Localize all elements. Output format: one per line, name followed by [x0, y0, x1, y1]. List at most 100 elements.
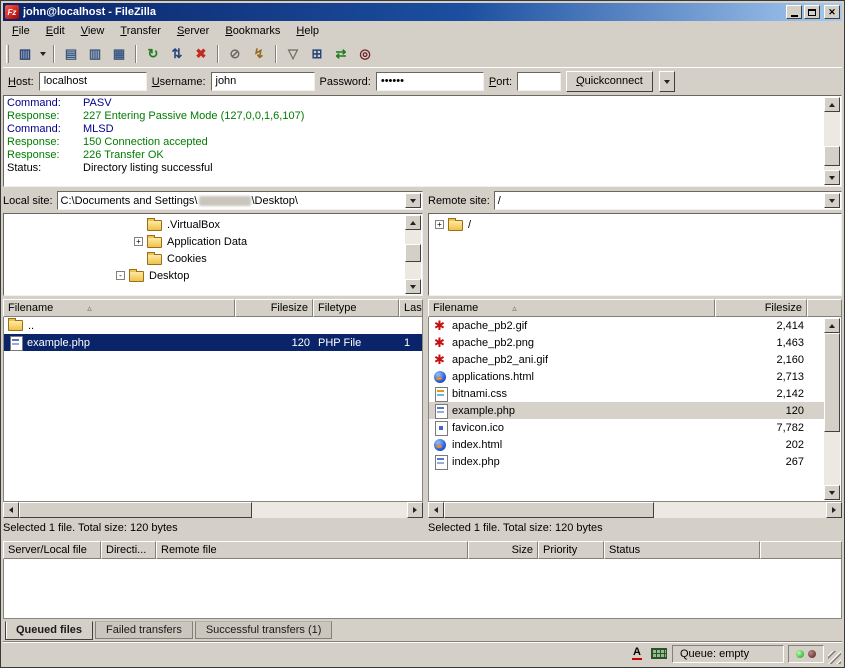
- quickconnect-dropdown-button[interactable]: [659, 71, 675, 92]
- menu-transfer[interactable]: Transfer: [112, 22, 169, 41]
- find-files-button[interactable]: ◎: [353, 43, 377, 65]
- transfer-queue-list[interactable]: [3, 559, 842, 619]
- file-row[interactable]: applications.html2,713: [429, 368, 824, 385]
- column-header-size[interactable]: Size: [468, 541, 538, 559]
- disconnect-button[interactable]: ⊘: [223, 43, 247, 65]
- tab-queued-files[interactable]: Queued files: [5, 621, 93, 640]
- column-header-status[interactable]: Status: [604, 541, 760, 559]
- synchronized-browsing-button[interactable]: ⇄: [329, 43, 353, 65]
- titlebar[interactable]: john@localhost - FileZilla: [3, 3, 842, 21]
- filter-button[interactable]: ▽: [281, 43, 305, 65]
- column-header-priority[interactable]: Priority: [538, 541, 604, 559]
- file-row-selected[interactable]: example.php 120 PHP File 1: [4, 334, 422, 351]
- password-input[interactable]: ••••••: [376, 72, 484, 91]
- toolbar-grip[interactable]: [6, 45, 9, 63]
- log-scrollbar[interactable]: [824, 97, 840, 185]
- file-row[interactable]: apache_pb2.png1,463: [429, 334, 824, 351]
- scroll-track[interactable]: [405, 230, 421, 279]
- file-row[interactable]: apache_pb2.gif2,414: [429, 317, 824, 334]
- tree-item[interactable]: -Desktop: [6, 267, 402, 284]
- scroll-right-button[interactable]: [826, 502, 842, 518]
- scroll-track[interactable]: [824, 333, 840, 485]
- resize-grip[interactable]: [828, 651, 841, 664]
- scroll-track[interactable]: [444, 502, 826, 518]
- username-input[interactable]: john: [211, 72, 315, 91]
- file-row[interactable]: bitnami.css2,142: [429, 385, 824, 402]
- scroll-thumb[interactable]: [405, 244, 421, 262]
- scroll-left-button[interactable]: [428, 502, 444, 518]
- menu-help[interactable]: Help: [288, 22, 327, 41]
- column-header-filename[interactable]: Filename: [3, 299, 235, 317]
- quickconnect-button[interactable]: Quickconnect: [566, 71, 653, 92]
- file-row[interactable]: index.php267: [429, 453, 824, 470]
- file-row[interactable]: favicon.ico7,782: [429, 419, 824, 436]
- column-header-filetype[interactable]: Filetype: [313, 299, 399, 317]
- toggle-transfer-queue-button[interactable]: ▦: [107, 43, 131, 65]
- refresh-button[interactable]: ↻: [141, 43, 165, 65]
- scroll-track[interactable]: [19, 502, 407, 518]
- scroll-right-button[interactable]: [407, 502, 423, 518]
- site-manager-button[interactable]: ▥: [13, 43, 37, 65]
- tree-collapse-toggle[interactable]: -: [116, 271, 125, 280]
- column-header-remote-file[interactable]: Remote file: [156, 541, 468, 559]
- toggle-message-log-button[interactable]: ▤: [59, 43, 83, 65]
- minimize-button[interactable]: [786, 5, 802, 19]
- tab-failed-transfers[interactable]: Failed transfers: [95, 621, 193, 639]
- reconnect-button[interactable]: ↯: [247, 43, 271, 65]
- host-input[interactable]: localhost: [39, 72, 147, 91]
- local-tree-scrollbar[interactable]: [405, 215, 421, 294]
- directory-comparison-button[interactable]: ⊞: [305, 43, 329, 65]
- scroll-up-button[interactable]: [405, 215, 421, 230]
- data-type-indicator-icon[interactable]: A: [628, 646, 646, 662]
- site-manager-dropdown-button[interactable]: [37, 43, 49, 65]
- menu-server[interactable]: Server: [169, 22, 217, 41]
- tree-item[interactable]: +/: [431, 216, 821, 233]
- local-site-dropdown-button[interactable]: [405, 193, 421, 208]
- maximize-button[interactable]: [804, 5, 820, 19]
- scroll-thumb[interactable]: [824, 333, 840, 432]
- process-queue-button[interactable]: ⇅: [165, 43, 189, 65]
- file-row[interactable]: index.html202: [429, 436, 824, 453]
- file-row[interactable]: apache_pb2_ani.gif2,160: [429, 351, 824, 368]
- tree-item[interactable]: Cookies: [6, 250, 402, 267]
- menu-bookmarks[interactable]: Bookmarks: [217, 22, 288, 41]
- remote-file-list-body[interactable]: apache_pb2.gif2,414 apache_pb2.png1,463 …: [428, 317, 842, 502]
- tree-expand-toggle[interactable]: +: [435, 220, 444, 229]
- column-header-server-local-file[interactable]: Server/Local file: [3, 541, 101, 559]
- scroll-down-button[interactable]: [824, 485, 840, 500]
- file-row-selected[interactable]: example.php120: [429, 402, 824, 419]
- remote-site-combobox[interactable]: /: [494, 191, 842, 210]
- close-button[interactable]: [824, 5, 840, 19]
- scroll-up-button[interactable]: [824, 318, 840, 333]
- scroll-track[interactable]: [824, 112, 840, 170]
- local-list-hscrollbar[interactable]: [3, 502, 423, 518]
- port-input[interactable]: [517, 72, 561, 91]
- column-header-last-modified[interactable]: Last modified: [399, 299, 423, 317]
- remote-list-scrollbar[interactable]: [824, 318, 840, 500]
- tree-expand-toggle[interactable]: +: [134, 237, 143, 246]
- scroll-thumb[interactable]: [444, 502, 654, 518]
- remote-list-hscrollbar[interactable]: [428, 502, 842, 518]
- scroll-down-button[interactable]: [405, 279, 421, 294]
- column-header-filename[interactable]: Filename: [428, 299, 715, 317]
- scroll-thumb[interactable]: [824, 146, 840, 166]
- menu-view[interactable]: View: [73, 22, 113, 41]
- speed-limits-icon[interactable]: [650, 646, 668, 662]
- tree-item[interactable]: .VirtualBox: [6, 216, 402, 233]
- menu-file[interactable]: File: [4, 22, 38, 41]
- scroll-thumb[interactable]: [19, 502, 252, 518]
- menu-edit[interactable]: Edit: [38, 22, 73, 41]
- file-row-parent-dir[interactable]: ..: [4, 317, 422, 334]
- tree-item[interactable]: +Application Data: [6, 233, 402, 250]
- scroll-down-button[interactable]: [824, 170, 840, 185]
- remote-site-dropdown-button[interactable]: [824, 193, 840, 208]
- local-site-combobox[interactable]: C:\Documents and Settings\\Desktop\: [57, 191, 423, 210]
- column-header-filesize[interactable]: Filesize: [715, 299, 807, 317]
- toggle-directory-trees-button[interactable]: ▥: [83, 43, 107, 65]
- local-file-list-body[interactable]: .. example.php 120 PHP File 1: [3, 317, 423, 502]
- column-header-filesize[interactable]: Filesize: [235, 299, 313, 317]
- cancel-button[interactable]: ✖: [189, 43, 213, 65]
- column-header-direction[interactable]: Directi...: [101, 541, 156, 559]
- scroll-left-button[interactable]: [3, 502, 19, 518]
- tab-successful-transfers[interactable]: Successful transfers (1): [195, 621, 333, 639]
